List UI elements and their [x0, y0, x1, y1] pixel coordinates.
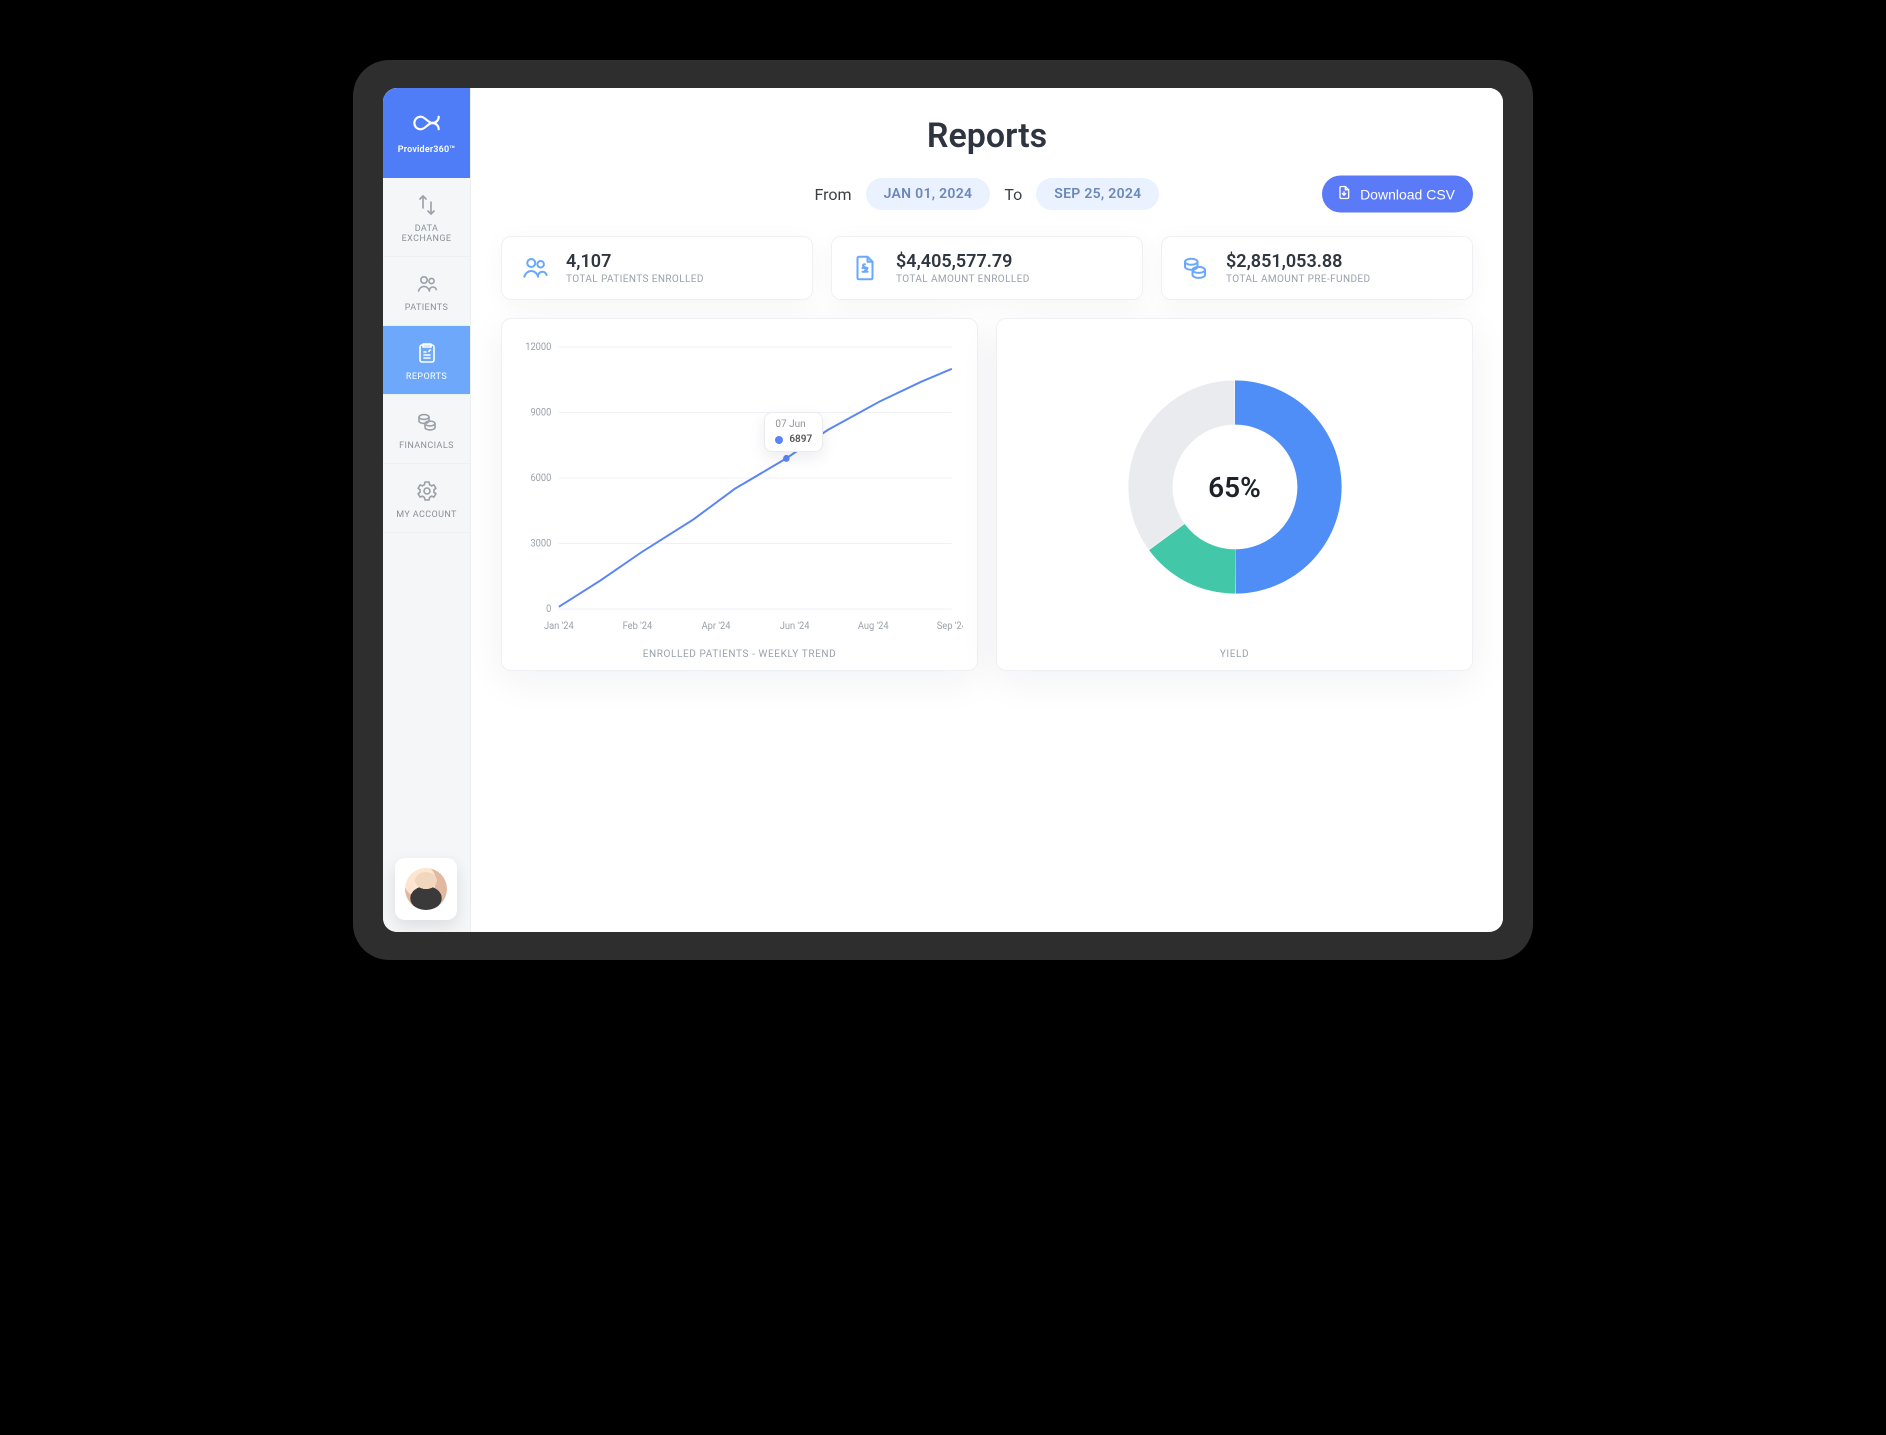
kpi-value: 4,107: [566, 251, 704, 272]
kpi-patients-enrolled: 4,107 TOTAL PATIENTS ENROLLED: [501, 236, 813, 300]
avatar-icon: [405, 868, 447, 910]
series-dot-icon: [775, 436, 783, 444]
chart-tooltip: 07 Jun 6897: [764, 412, 823, 452]
sidebar-item-label: MY ACCOUNT: [396, 510, 457, 520]
kpi-value: $2,851,053.88: [1226, 251, 1370, 272]
svg-text:Jun '24: Jun '24: [780, 621, 810, 632]
kpi-label: TOTAL AMOUNT PRE-FUNDED: [1226, 274, 1370, 285]
donut-chart: 65%: [1011, 337, 1458, 637]
people-icon: [518, 251, 552, 285]
svg-text:9000: 9000: [530, 407, 551, 418]
kpi-label: TOTAL AMOUNT ENROLLED: [896, 274, 1030, 285]
sidebar-item-label: FINANCIALS: [399, 441, 454, 451]
date-range-controls: From JAN 01, 2024 To SEP 25, 2024 Downlo…: [501, 178, 1473, 210]
svg-text:Jan '24: Jan '24: [544, 621, 574, 632]
arrows-exchange-icon: [414, 192, 440, 218]
sidebar-item-data-exchange[interactable]: DATA EXCHANGE: [383, 178, 470, 257]
brand-logo-icon: [409, 111, 445, 139]
coins-icon: [1178, 251, 1212, 285]
sidebar-item-financials[interactable]: FINANCIALS: [383, 395, 470, 464]
kpi-row: 4,107 TOTAL PATIENTS ENROLLED $4,405,577…: [501, 236, 1473, 300]
charts-row: 0 3000 6000 9000 12000 Jan '24 Feb '24 Apr '24 J…: [501, 318, 1473, 671]
sidebar: Provider360™ DATA EXCHANGE: [383, 88, 471, 932]
report-icon: [414, 340, 440, 366]
sidebar-nav: DATA EXCHANGE PATIENTS: [383, 178, 470, 533]
sidebar-item-label: DATA EXCHANGE: [402, 224, 452, 244]
download-csv-button[interactable]: Download CSV: [1322, 176, 1473, 213]
svg-text:Apr '24: Apr '24: [702, 621, 731, 632]
svg-text:Sep '24: Sep '24: [937, 621, 963, 632]
kpi-amount-prefunded: $2,851,053.88 TOTAL AMOUNT PRE-FUNDED: [1161, 236, 1473, 300]
svg-text:6000: 6000: [530, 473, 551, 484]
from-date-pill[interactable]: JAN 01, 2024: [866, 178, 991, 210]
to-date-pill[interactable]: SEP 25, 2024: [1036, 178, 1159, 210]
svg-text:12000: 12000: [525, 342, 551, 353]
sidebar-item-my-account[interactable]: MY ACCOUNT: [383, 464, 470, 533]
line-chart-card: 0 3000 6000 9000 12000 Jan '24 Feb '24 Apr '24 J…: [501, 318, 978, 671]
kpi-amount-enrolled: $4,405,577.79 TOTAL AMOUNT ENROLLED: [831, 236, 1143, 300]
page-title: Reports: [501, 116, 1473, 156]
kpi-value: $4,405,577.79: [896, 251, 1030, 272]
from-label: From: [815, 185, 852, 204]
main-content: Reports From JAN 01, 2024 To SEP 25, 202…: [471, 88, 1503, 932]
svg-text:Aug '24: Aug '24: [858, 621, 889, 632]
line-chart: 0 3000 6000 9000 12000 Jan '24 Feb '24 Apr '24 J…: [516, 337, 963, 637]
user-menu-button[interactable]: [395, 858, 457, 920]
sidebar-item-patients[interactable]: PATIENTS: [383, 257, 470, 326]
gear-icon: [414, 478, 440, 504]
donut-chart-caption: YIELD: [1011, 649, 1458, 660]
donut-center-value: 65%: [1208, 471, 1261, 504]
line-chart-caption: ENROLLED PATIENTS - WEEKLY TREND: [516, 649, 963, 660]
download-icon: [1336, 185, 1352, 204]
tooltip-date: 07 Jun: [775, 419, 812, 430]
app-screen: Provider360™ DATA EXCHANGE: [383, 88, 1503, 932]
invoice-icon: [848, 251, 882, 285]
sidebar-item-reports[interactable]: REPORTS: [383, 326, 470, 395]
brand-name: Provider360™: [398, 145, 455, 155]
avatar-dock: [383, 846, 470, 932]
svg-text:Feb '24: Feb '24: [623, 621, 653, 632]
to-label: To: [1004, 185, 1022, 204]
svg-text:3000: 3000: [530, 538, 551, 549]
tablet-frame: Provider360™ DATA EXCHANGE: [353, 60, 1533, 960]
coins-icon: [414, 409, 440, 435]
brand-block[interactable]: Provider360™: [383, 88, 470, 178]
svg-text:0: 0: [546, 604, 551, 615]
download-csv-label: Download CSV: [1360, 186, 1455, 202]
tooltip-value: 6897: [789, 434, 812, 445]
people-icon: [414, 271, 440, 297]
sidebar-item-label: REPORTS: [406, 372, 447, 382]
kpi-label: TOTAL PATIENTS ENROLLED: [566, 274, 704, 285]
sidebar-item-label: PATIENTS: [405, 303, 448, 313]
donut-chart-card: 65% YIELD: [996, 318, 1473, 671]
